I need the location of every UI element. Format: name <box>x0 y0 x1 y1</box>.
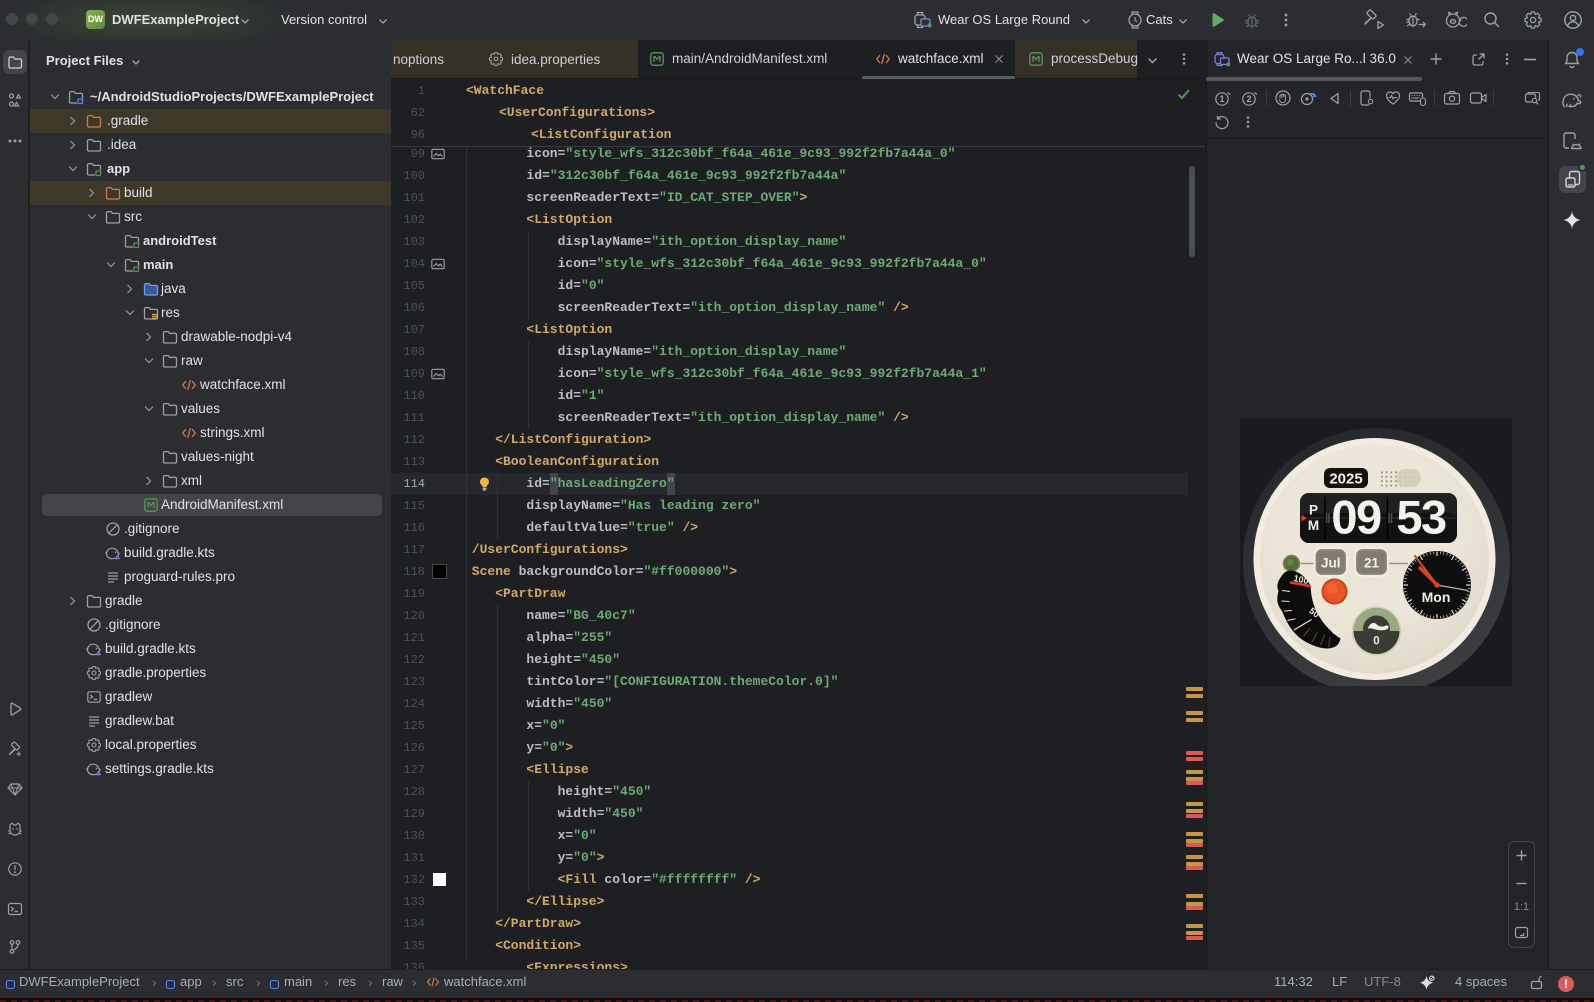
svg-text:Jul: Jul <box>1321 556 1341 571</box>
svg-text:53: 53 <box>1396 491 1446 544</box>
svg-text:2025: 2025 <box>1329 471 1362 488</box>
svg-text:1: 1 <box>1219 94 1224 104</box>
svg-text:Mon: Mon <box>1422 589 1451 605</box>
svg-text:M: M <box>1308 518 1319 533</box>
svg-text:P: P <box>1309 503 1318 518</box>
svg-text:21: 21 <box>1364 556 1380 571</box>
svg-text:2: 2 <box>1246 94 1251 104</box>
svg-text:0: 0 <box>1332 626 1337 636</box>
svg-text:09: 09 <box>1331 491 1381 544</box>
svg-text:0: 0 <box>1373 636 1379 648</box>
